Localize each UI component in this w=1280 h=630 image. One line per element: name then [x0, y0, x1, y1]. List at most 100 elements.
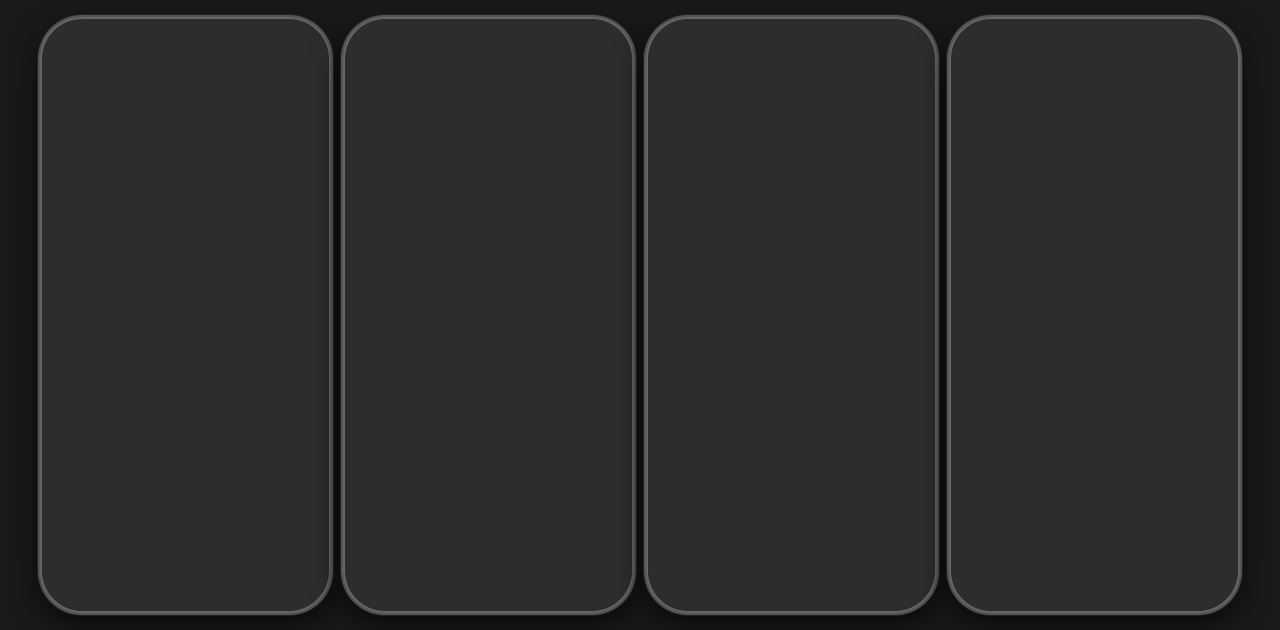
phone-1: 4:18 ●●● WiFi 🔋 Account Settings Done Ad… — [38, 15, 333, 615]
wifi-icon-3: WiFi — [869, 45, 894, 59]
spacer-2 — [44, 457, 327, 465]
subscriptions-content: ACTIVE ♫ Apple Music Membership Individu… — [347, 109, 630, 403]
list-item-purchase-history[interactable]: Purchase History › — [44, 465, 327, 509]
dialog-message: If you confirm and end your subscription… — [995, 280, 1195, 334]
option-year-price-check: $99.00 ✓ — [852, 369, 917, 389]
nav-bar-2: Back Subscriptions — [347, 65, 630, 109]
sub-card: ♫ Apple Music Membership Individual $99.… — [650, 143, 933, 231]
phone-4-screen: 4:18 ●●● WiFi 🔋 Back Edit Subscription Y… — [953, 21, 1236, 609]
edit-sub-content: YOUR SUBSCRIPTION ♫ Apple Music Membersh… — [650, 109, 933, 590]
settings-content-1: Add Funds to Apple ID › Gifts › Ratings … — [44, 109, 327, 609]
list-group-recommendations: Personalized Recommendations — [44, 249, 327, 305]
list-group-account-access: Apple Music › — [44, 543, 327, 587]
wifi-icon-2: WiFi — [566, 45, 591, 59]
option-individual-month[interactable]: Individual (1 Month) $9.99 — [650, 309, 933, 353]
wifi-icon-1: WiFi — [263, 45, 288, 59]
battery-icon-2: 🔋 — [595, 45, 610, 59]
chevron-youtube: › — [609, 244, 614, 262]
battery-icon-1: 🔋 — [292, 45, 307, 59]
time-1: 4:18 — [64, 43, 92, 59]
battery-icon-3: 🔋 — [898, 45, 913, 59]
chevron-apple-music-sub: › — [599, 171, 604, 189]
apple-music-sub-info: Apple Music Membership Individual (1 Yea… — [429, 157, 599, 202]
chevron-tinytap: › — [609, 352, 614, 370]
back-btn-2[interactable]: Back — [363, 79, 394, 95]
phone-3: 4:18 ●●● WiFi 🔋 Back Edit Subscription Y… — [644, 15, 939, 615]
account-access-desc: Manage third-party services that have ac… — [44, 587, 327, 609]
nav-bar-1: Account Settings Done — [44, 65, 327, 109]
status-icons-1: ●●● WiFi 🔋 — [237, 45, 307, 59]
dialog-buttons: Not Now Confirm — [995, 350, 1195, 396]
signal-icon-1: ●●● — [237, 45, 259, 59]
list-group-purchase: Purchase History › — [44, 465, 327, 509]
status-bar-3: 4:18 ●●● WiFi 🔋 — [650, 21, 933, 65]
confirm-button[interactable]: Confirm — [1093, 351, 1195, 396]
apple-music-subscription-item[interactable]: ♫ Apple Music Membership Individual (1 Y… — [357, 147, 620, 212]
personalized-desc: When Personalized Recommendations is tur… — [44, 305, 327, 401]
checkmark-icon: ✓ — [904, 369, 917, 389]
apple-music-icon: ♫ — [373, 158, 417, 202]
phones-container: 4:18 ●●● WiFi 🔋 Account Settings Done Ad… — [28, 5, 1252, 625]
account-access-header: ACCOUNT ACCESS — [44, 509, 327, 543]
nav-bar-3: Back Edit Subscription — [650, 65, 933, 109]
nav-title-2: Subscriptions — [431, 78, 538, 96]
list-item-add-funds[interactable]: Add Funds to Apple ID › — [44, 109, 327, 153]
option-year-info: Individual (1 Year) Begins Jan 6, 2020 — [666, 364, 786, 394]
time-2: 4:18 — [367, 43, 395, 59]
chevron-apple-music: › — [306, 556, 311, 574]
privacy-link-3[interactable]: About Subscriptions and Privacy — [650, 559, 933, 590]
list-item-ratings[interactable]: Ratings and Reviews › — [44, 197, 327, 241]
phone-3-screen: 4:18 ●●● WiFi 🔋 Back Edit Subscription Y… — [650, 21, 933, 609]
status-bar-2: 4:18 ●●● WiFi 🔋 — [347, 21, 630, 65]
nav-title-3: Edit Subscription — [721, 78, 853, 96]
option-family[interactable]: Family (1 Month) $14.99 — [650, 265, 933, 309]
list-item-subscriptions[interactable]: Subscriptions › — [54, 407, 317, 451]
apple-music-sub-highlighted[interactable]: ♫ Apple Music Membership Individual (1 Y… — [355, 145, 622, 214]
sub-card-info: Apple Music Membership Individual $99.00… — [722, 157, 903, 216]
youtube-sub-info: YouTube Red YouTube Red - YouTube Re... … — [419, 230, 609, 275]
dim-overlay: Confirm Cancellation If you confirm and … — [953, 21, 1236, 609]
dialog-title: Confirm Cancellation — [995, 254, 1195, 272]
subscriptions-highlighted-row[interactable]: Subscriptions › — [52, 405, 319, 453]
not-now-button[interactable]: Not Now — [995, 351, 1094, 396]
youtube-icon: ▶ — [363, 231, 407, 275]
option-student[interactable]: Student (1 Month) $4.99 — [650, 406, 933, 450]
chevron-subscriptions: › — [296, 420, 301, 438]
list-item-apple-music[interactable]: Apple Music › — [44, 543, 327, 587]
status-bar-1: 4:18 ●●● WiFi 🔋 — [44, 21, 327, 65]
tinytap-icon: 🎮 — [363, 339, 407, 383]
chevron-gifts: › — [306, 166, 311, 184]
options-header: OPTIONS — [650, 231, 933, 265]
time-3: 4:18 — [670, 43, 698, 59]
tinytap-subscription-item[interactable]: 🎮 TinyTap - Educational Games TinyTap Pr… — [347, 320, 630, 403]
status-icons-3: ●●● WiFi 🔋 — [843, 45, 913, 59]
footer-note-3: If you cancel now, you can still access … — [650, 519, 933, 559]
list-group-top: Add Funds to Apple ID › Gifts › Ratings … — [44, 109, 327, 241]
personalized-toggle[interactable] — [265, 263, 311, 291]
chevron-add-funds: › — [306, 122, 311, 140]
status-icons-2: ●●● WiFi 🔋 — [540, 45, 610, 59]
back-btn-3[interactable]: Back — [666, 79, 697, 95]
youtube-subscription-item[interactable]: ▶ YouTube Red YouTube Red - YouTube Re..… — [347, 220, 630, 286]
expired-header: EXPIRED — [347, 286, 630, 320]
confirm-dialog: Confirm Cancellation If you confirm and … — [975, 234, 1215, 396]
spacer-1 — [44, 241, 327, 249]
chevron-purchase: › — [306, 478, 311, 496]
list-item-personalized[interactable]: Personalized Recommendations — [44, 249, 327, 305]
done-button-1[interactable]: Done — [276, 79, 311, 95]
list-item-gifts[interactable]: Gifts › — [44, 153, 327, 197]
cancel-subscription-btn[interactable]: Cancel Subscription — [658, 462, 925, 507]
nav-title-1: Account Settings — [102, 78, 234, 96]
expired-group: 🎮 TinyTap - Educational Games TinyTap Pr… — [347, 320, 630, 403]
option-year-note: Begins Jan 6, 2020 — [666, 382, 786, 394]
phone-2: 4:18 ●●● WiFi 🔋 Back Subscriptions ACTIV… — [341, 15, 636, 615]
chevron-ratings: › — [306, 210, 311, 228]
signal-icon-2: ●●● — [540, 45, 562, 59]
your-sub-header: YOUR SUBSCRIPTION — [650, 109, 933, 143]
phone-1-screen: 4:18 ●●● WiFi 🔋 Account Settings Done Ad… — [44, 21, 327, 609]
option-individual-year[interactable]: Individual (1 Year) Begins Jan 6, 2020 $… — [650, 353, 933, 406]
signal-icon-3: ●●● — [843, 45, 865, 59]
youtube-group: ▶ YouTube Red YouTube Red - YouTube Re..… — [347, 220, 630, 286]
tinytap-sub-info: TinyTap - Educational Games TinyTap Pro … — [419, 330, 609, 392]
active-header: ACTIVE — [347, 109, 630, 143]
